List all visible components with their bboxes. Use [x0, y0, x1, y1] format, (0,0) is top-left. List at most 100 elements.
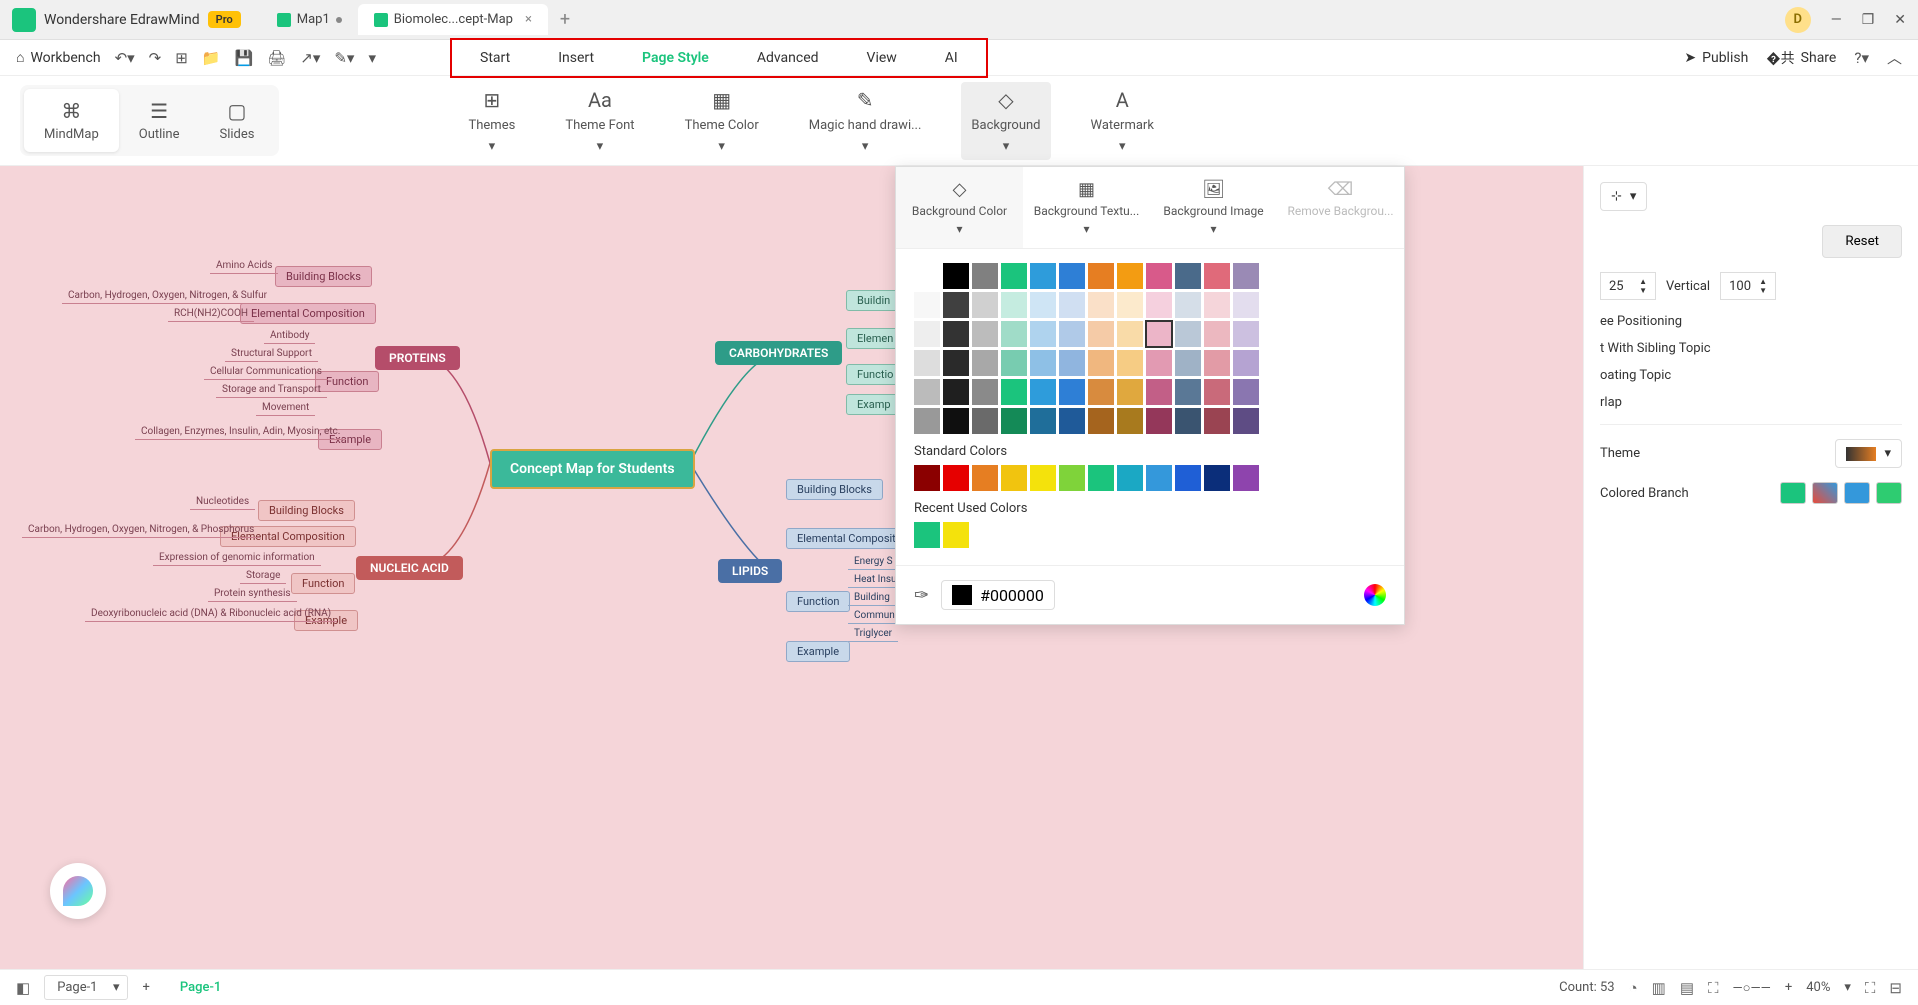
workbench-button[interactable]: ⌂ Workbench — [16, 49, 101, 66]
vertical-input[interactable]: 100▲▼ — [1720, 272, 1776, 300]
color-swatch[interactable] — [914, 408, 940, 434]
subnode[interactable]: Cellular Communications — [204, 364, 328, 380]
subnode[interactable]: Triglycer — [848, 626, 898, 642]
layout-selector[interactable]: ⊹▾ — [1600, 182, 1647, 211]
floating-logo-button[interactable] — [50, 863, 106, 919]
color-swatch[interactable] — [1233, 292, 1259, 318]
zoom-in-button[interactable]: + — [1785, 980, 1792, 995]
node-example[interactable]: Example — [786, 641, 850, 662]
viewmode-slides[interactable]: ▢Slides — [200, 89, 275, 152]
color-swatch[interactable] — [1030, 292, 1056, 318]
view-icon-1[interactable]: ◔ — [1629, 979, 1638, 997]
undo-button[interactable]: ↶▾ — [115, 49, 135, 67]
user-avatar[interactable]: D — [1785, 7, 1811, 33]
color-swatch[interactable] — [1175, 292, 1201, 318]
central-node[interactable]: Concept Map for Students — [490, 449, 695, 489]
magic-hand-button[interactable]: ✎Magic hand drawi...▾ — [799, 82, 932, 160]
subnode[interactable]: Nucleotides — [190, 494, 255, 510]
color-swatch[interactable] — [1001, 263, 1027, 289]
theme-font-button[interactable]: AaTheme Font▾ — [555, 82, 644, 160]
spacing-input[interactable]: 25▲▼ — [1600, 272, 1656, 300]
color-swatch[interactable] — [1146, 465, 1172, 491]
panel-toggle-icon[interactable]: ◧ — [16, 979, 30, 997]
color-swatch[interactable] — [1001, 408, 1027, 434]
color-swatch[interactable] — [943, 321, 969, 347]
color-swatch[interactable] — [972, 350, 998, 376]
color-swatch[interactable] — [972, 465, 998, 491]
color-swatch[interactable] — [1030, 465, 1056, 491]
fit-icon[interactable]: ⛶ — [1708, 979, 1719, 997]
menu-start[interactable]: Start — [456, 42, 534, 74]
subnode[interactable]: Deoxyribonucleic acid (DNA) & Ribonuclei… — [85, 606, 337, 622]
color-swatch[interactable] — [1233, 379, 1259, 405]
color-swatch[interactable] — [1059, 379, 1085, 405]
color-swatch[interactable] — [1204, 292, 1230, 318]
color-swatch[interactable] — [1175, 321, 1201, 347]
color-swatch[interactable] — [1088, 321, 1114, 347]
color-swatch[interactable] — [1175, 350, 1201, 376]
redo-button[interactable]: ↷ — [149, 49, 162, 67]
color-swatch[interactable] — [1001, 465, 1027, 491]
color-swatch[interactable] — [914, 522, 940, 548]
color-swatch[interactable] — [1088, 350, 1114, 376]
branch-lipids[interactable]: LIPIDS — [718, 559, 782, 583]
subnode[interactable]: Expression of genomic information — [153, 550, 321, 566]
color-swatch[interactable] — [1117, 263, 1143, 289]
option-overlap[interactable]: rlap — [1600, 395, 1902, 410]
open-button[interactable]: 📁 — [202, 49, 221, 67]
color-swatch[interactable] — [1030, 321, 1056, 347]
color-swatch[interactable] — [943, 350, 969, 376]
help-button[interactable]: ?▾ — [1854, 49, 1869, 67]
node-elemental[interactable]: Elemental Composition — [240, 303, 376, 324]
subnode[interactable]: Carbon, Hydrogen, Oxygen, Nitrogen, & Su… — [62, 288, 273, 304]
option-sibling[interactable]: t With Sibling Topic — [1600, 341, 1902, 356]
viewmode-outline[interactable]: ☰Outline — [119, 89, 200, 152]
menu-advanced[interactable]: Advanced — [733, 42, 843, 74]
new-button[interactable]: ⊞ — [175, 49, 188, 67]
branch-color-1[interactable] — [1780, 482, 1806, 504]
add-page-button[interactable]: + — [142, 980, 149, 995]
page-selector[interactable]: Page-1 ▾ — [44, 975, 128, 1000]
color-swatch[interactable] — [1059, 292, 1085, 318]
zoom-slider[interactable]: —○—— — [1733, 980, 1771, 996]
color-swatch[interactable] — [1030, 408, 1056, 434]
node-building[interactable]: Buildin — [846, 290, 901, 311]
color-swatch[interactable] — [914, 321, 940, 347]
color-swatch[interactable] — [1059, 321, 1085, 347]
color-swatch[interactable] — [1088, 263, 1114, 289]
color-swatch[interactable] — [1204, 379, 1230, 405]
viewmode-mindmap[interactable]: ⌘MindMap — [24, 89, 119, 152]
bg-texture-tab[interactable]: ▦Background Textu...▾ — [1023, 167, 1150, 248]
new-tab-button[interactable]: + — [548, 3, 582, 36]
color-swatch[interactable] — [943, 522, 969, 548]
color-swatch[interactable] — [972, 321, 998, 347]
color-swatch[interactable] — [1001, 379, 1027, 405]
branch-color-4[interactable] — [1876, 482, 1902, 504]
save-button[interactable]: 💾 — [235, 49, 254, 67]
reset-button[interactable]: Reset — [1822, 225, 1902, 258]
theme-color-button[interactable]: ▦Theme Color▾ — [675, 82, 769, 160]
node-example[interactable]: Examp — [846, 394, 902, 415]
color-swatch[interactable] — [1233, 465, 1259, 491]
color-swatch[interactable] — [1146, 379, 1172, 405]
node-function[interactable]: Function — [786, 591, 850, 612]
subnode[interactable]: Building — [848, 590, 896, 606]
subnode[interactable]: Collagen, Enzymes, Insulin, Adin, Myosin… — [135, 424, 346, 440]
color-swatch[interactable] — [914, 350, 940, 376]
color-swatch[interactable] — [943, 263, 969, 289]
maximize-button[interactable]: ❐ — [1862, 12, 1875, 28]
color-swatch[interactable] — [943, 379, 969, 405]
share-button[interactable]: �共Share — [1766, 48, 1836, 68]
color-swatch[interactable] — [1001, 350, 1027, 376]
bg-remove-tab[interactable]: ⌫Remove Backgrou... — [1277, 167, 1404, 248]
themes-button[interactable]: ⊞Themes▾ — [459, 82, 526, 160]
color-swatch[interactable] — [1088, 379, 1114, 405]
color-swatch[interactable] — [972, 408, 998, 434]
node-building-blocks[interactable]: Building Blocks — [275, 266, 372, 287]
tab-biomolec[interactable]: Biomolec...cept-Map × — [358, 4, 548, 35]
color-swatch[interactable] — [943, 292, 969, 318]
color-swatch[interactable] — [1175, 408, 1201, 434]
color-swatch[interactable] — [1088, 292, 1114, 318]
color-swatch[interactable] — [1117, 321, 1143, 347]
subnode[interactable]: Carbon, Hydrogen, Oxygen, Nitrogen, & Ph… — [22, 522, 260, 538]
